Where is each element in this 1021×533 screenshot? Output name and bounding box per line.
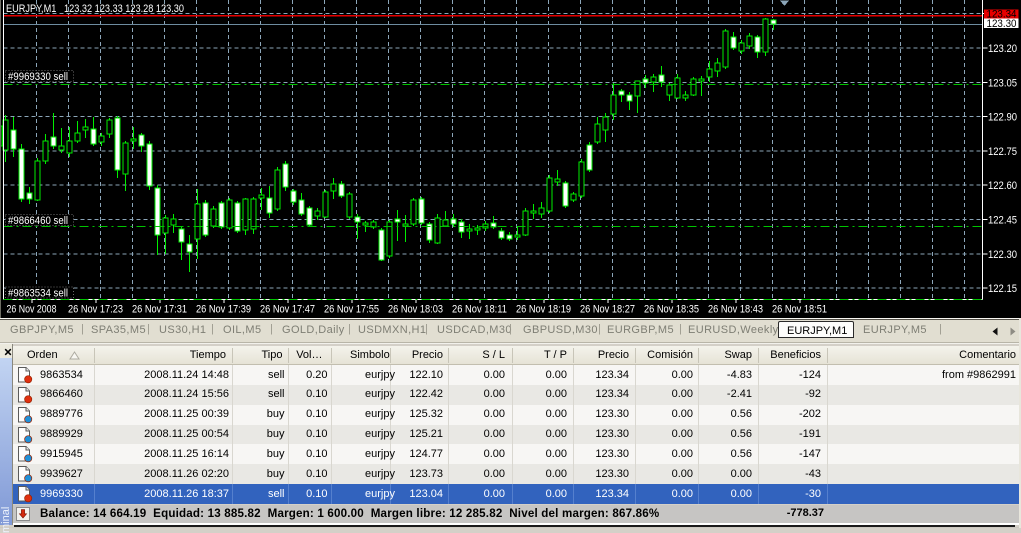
svg-text:123.20: 123.20 [988,43,1017,55]
svg-text:26 Nov 18:43: 26 Nov 18:43 [708,304,763,316]
svg-text:26 Nov 2008: 26 Nov 2008 [7,304,57,316]
svg-text:122.45: 122.45 [988,215,1017,227]
svg-text:122.60: 122.60 [988,180,1017,192]
svg-text:26 Nov 18:11: 26 Nov 18:11 [452,304,507,316]
svg-text:26 Nov 17:39: 26 Nov 17:39 [196,304,251,316]
svg-text:26 Nov 17:31: 26 Nov 17:31 [132,304,187,316]
svg-text:#9863534 sell: #9863534 sell [8,288,68,300]
svg-text:EURJPY,M1 123.32 123.33 123.: EURJPY,M1 123.32 123.33 123.28 123.30 [6,3,184,15]
svg-text:26 Nov 18:03: 26 Nov 18:03 [388,304,443,316]
svg-text:123.05: 123.05 [988,77,1017,89]
svg-text:26 Nov 18:27: 26 Nov 18:27 [580,304,635,316]
svg-text:#9866460 sell: #9866460 sell [8,215,68,227]
svg-text:26 Nov 18:35: 26 Nov 18:35 [644,304,699,316]
svg-text:122.90: 122.90 [988,112,1017,124]
svg-text:26 Nov 17:23: 26 Nov 17:23 [68,304,123,316]
svg-text:123.30: 123.30 [987,18,1017,30]
svg-text:122.30: 122.30 [988,249,1017,261]
svg-text:26 Nov 17:55: 26 Nov 17:55 [324,304,379,316]
svg-text:#9969330 sell: #9969330 sell [8,71,68,83]
svg-text:26 Nov 17:47: 26 Nov 17:47 [260,304,315,316]
svg-text:26 Nov 18:51: 26 Nov 18:51 [772,304,827,316]
svg-text:26 Nov 18:19: 26 Nov 18:19 [516,304,571,316]
svg-text:122.75: 122.75 [988,146,1017,158]
svg-text:122.15: 122.15 [988,283,1017,295]
